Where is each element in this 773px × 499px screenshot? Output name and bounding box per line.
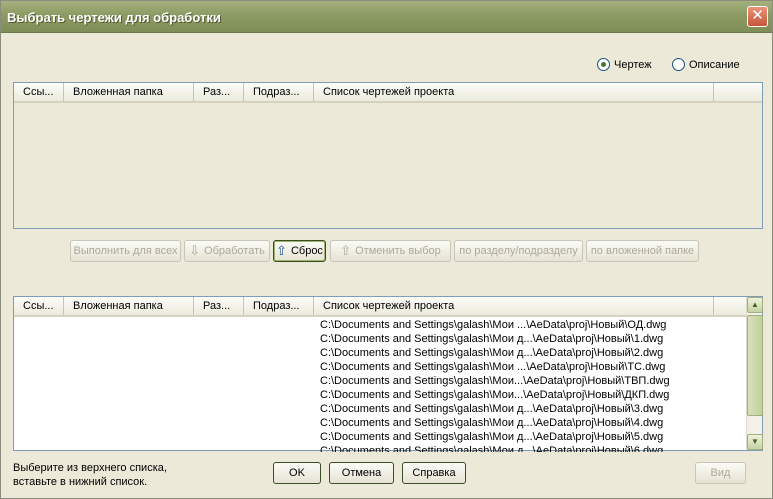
ok-label: OK [289,467,305,479]
instruction-text: Выберите из верхнего списка, вставьте в … [13,461,167,489]
close-icon: ✕ [751,7,764,24]
list-item[interactable]: C:\Documents and Settings\galash\Мои д..… [320,402,670,416]
help-button[interactable]: Справка [402,462,466,484]
list-item[interactable]: C:\Documents and Settings\galash\Мои д..… [320,444,670,452]
help-label: Справка [412,467,456,479]
selected-list-header: Ссы... Вложенная папка Раз... Подраз... … [14,297,747,317]
scroll-thumb[interactable] [747,315,763,416]
chevron-down-icon: ▼ [751,437,759,446]
arrow-down-icon: ⇩ [189,243,201,258]
cancel-label: Отмена [341,467,382,479]
vertical-scrollbar[interactable]: ▲ ▼ [746,297,763,450]
column-drawing-list[interactable]: Список чертежей проекта [314,297,714,315]
source-drawings-list[interactable]: Ссы... Вложенная папка Раз... Подраз... … [13,82,763,229]
selected-drawings-list[interactable]: Ссы... Вложенная папка Раз... Подраз... … [13,296,763,452]
column-subsection[interactable]: Подраз... [244,83,314,101]
cancel-selection-button[interactable]: ⇧ Отменить выбор [330,240,451,262]
radio-description-label: Описание [689,58,740,71]
radio-drawing-indicator[interactable] [597,58,610,71]
column-subsection[interactable]: Подраз... [244,297,314,315]
radio-description-indicator[interactable] [672,58,685,71]
source-list-header: Ссы... Вложенная папка Раз... Подраз... … [14,83,762,103]
list-item[interactable]: C:\Documents and Settings\galash\Мои ...… [320,360,670,374]
cancel-selection-label: Отменить выбор [355,245,441,257]
view-label: Вид [710,467,731,479]
list-item[interactable]: C:\Documents and Settings\galash\Мои д..… [320,416,670,430]
column-drawing-list[interactable]: Список чертежей проекта [314,83,714,101]
list-item[interactable]: C:\Documents and Settings\galash\Мои д..… [320,346,670,360]
title-bar[interactable]: Выбрать чертежи для обработки ✕ [1,1,772,33]
radio-drawing-label: Чертеж [614,58,652,71]
list-item[interactable]: C:\Documents and Settings\galash\Мои ...… [320,318,670,332]
by-section-button[interactable]: по разделу/подразделу [454,240,583,262]
chevron-up-icon: ▲ [751,300,759,309]
column-link[interactable]: Ссы... [14,83,64,101]
arrow-up-icon: ⇧ [276,243,287,258]
column-section[interactable]: Раз... [194,297,244,315]
radio-description[interactable]: Описание [672,58,740,71]
view-button[interactable]: Вид [695,462,746,484]
scroll-down-button[interactable]: ▼ [747,434,763,450]
radio-drawing[interactable]: Чертеж [597,58,652,71]
window-title: Выбрать чертежи для обработки [7,10,221,25]
column-subfolder[interactable]: Вложенная папка [64,297,194,315]
column-link[interactable]: Ссы... [14,297,64,315]
by-folder-label: по вложенной папке [590,245,695,257]
by-section-label: по разделу/подразделу [459,245,578,257]
cancel-button[interactable]: Отмена [329,462,394,484]
close-button[interactable]: ✕ [747,6,768,27]
process-label: Обработать [204,245,265,257]
reset-button[interactable]: ⇧ Сброс [273,240,326,262]
execute-all-button[interactable]: Выполнить для всех [70,240,181,262]
list-item[interactable]: C:\Documents and Settings\galash\Мои...\… [320,388,670,402]
instruction-line-2: вставьте в нижний список. [13,476,148,488]
instruction-line-1: Выберите из верхнего списка, [13,462,167,474]
by-folder-button[interactable]: по вложенной папке [586,240,699,262]
column-subfolder[interactable]: Вложенная папка [64,83,194,101]
list-item[interactable]: C:\Documents and Settings\galash\Мои д..… [320,332,670,346]
dialog-window: Выбрать чертежи для обработки ✕ Чертеж О… [0,0,773,499]
list-item[interactable]: C:\Documents and Settings\galash\Мои д..… [320,430,670,444]
process-button[interactable]: ⇩ Обработать [184,240,270,262]
scroll-up-button[interactable]: ▲ [747,297,763,313]
reset-label: Сброс [290,245,323,257]
execute-all-label: Выполнить для всех [73,245,178,257]
list-item[interactable]: C:\Documents and Settings\galash\Мои...\… [320,374,670,388]
column-section[interactable]: Раз... [194,83,244,101]
ok-button[interactable]: OK [273,462,321,484]
arrow-up-icon: ⇧ [340,243,352,258]
drawing-rows: C:\Documents and Settings\galash\Мои ...… [320,318,670,452]
